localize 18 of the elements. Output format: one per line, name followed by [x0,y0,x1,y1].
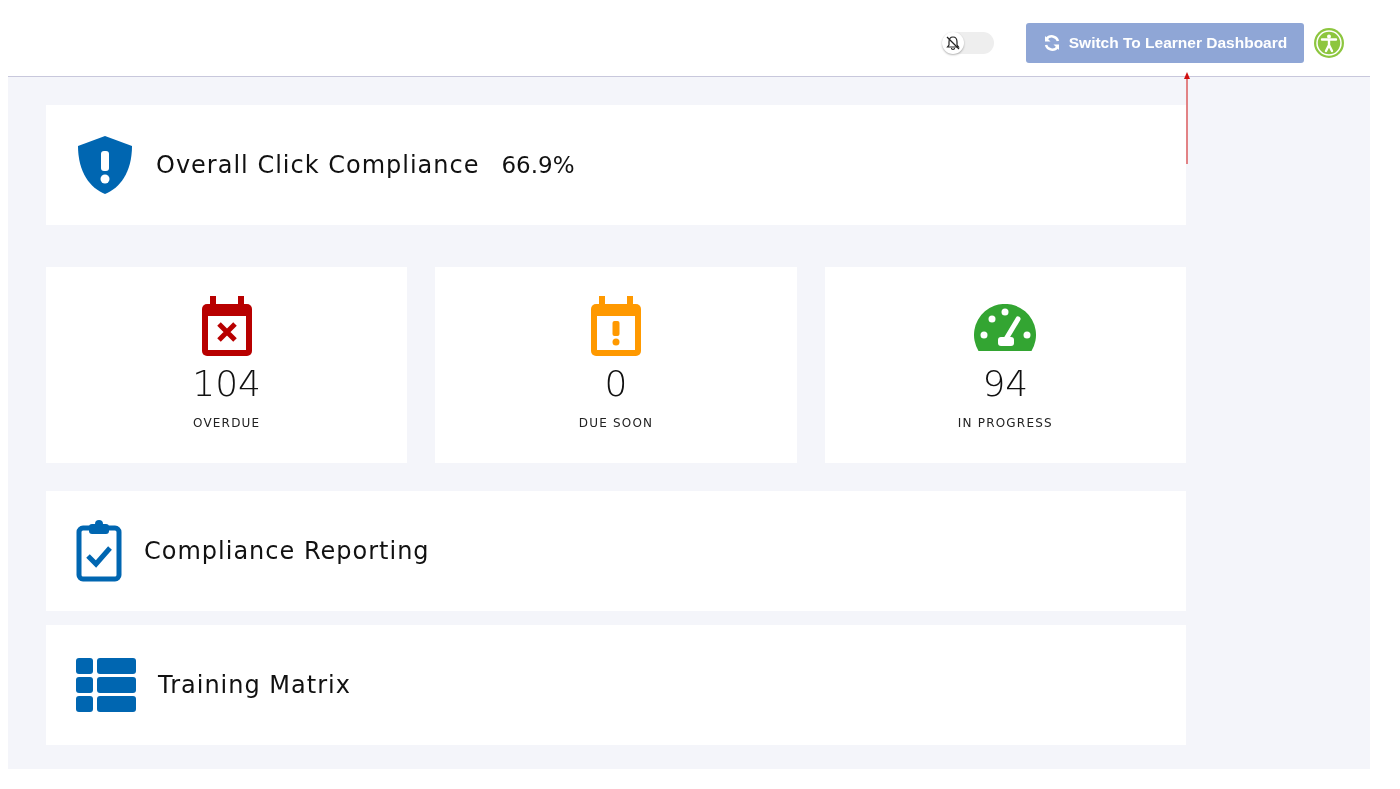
compliance-value: 66.9% [501,152,575,178]
compliance-title: Overall Click Compliance [156,151,480,179]
bell-slash-icon [945,35,961,51]
section-title: Training Matrix [158,671,351,699]
shield-exclamation-icon [76,134,134,196]
section-card[interactable]: Compliance Reporting [46,491,1186,611]
section-title: Compliance Reporting [144,537,430,565]
stat-label: DUE SOON [578,416,654,430]
stat-value: 94 [982,362,1029,406]
notifications-toggle[interactable] [942,32,994,54]
clipboard-check-icon [76,520,122,582]
refresh-icon [1042,34,1061,52]
stat-label: IN PROGRESS [957,416,1053,430]
stat-value: 104 [192,362,261,406]
stat-label: OVERDUE [192,416,261,430]
section-card[interactable]: Training Matrix [46,625,1186,745]
stat-value: 0 [604,362,628,406]
table-list-icon [76,658,136,712]
